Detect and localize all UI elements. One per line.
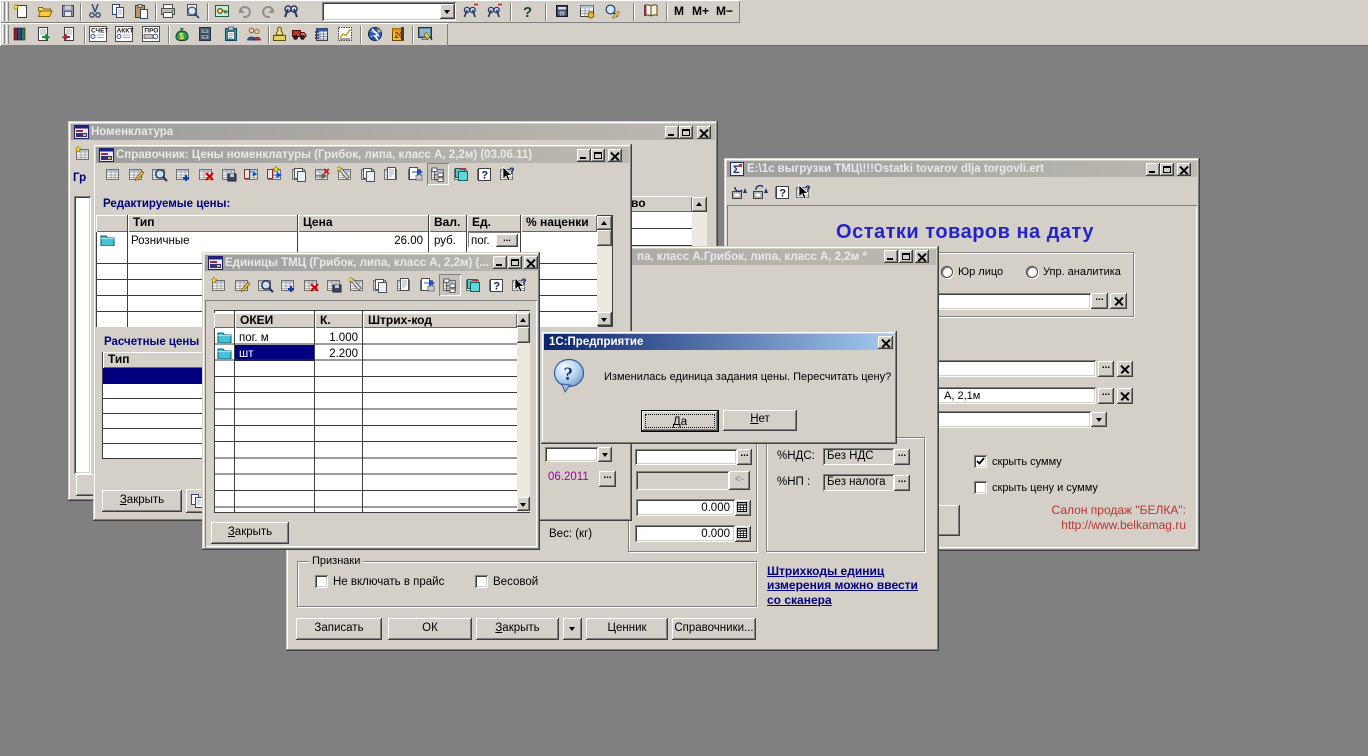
svg-text:?: ? bbox=[481, 170, 488, 182]
svg-text:?: ? bbox=[521, 277, 527, 287]
svg-text:ПРО: ПРО bbox=[144, 28, 158, 35]
svg-text:?: ? bbox=[493, 281, 500, 293]
svg-text:?: ? bbox=[564, 364, 574, 385]
svg-text:?: ? bbox=[523, 4, 532, 19]
svg-text:?: ? bbox=[805, 184, 811, 194]
svg-text:АККТ: АККТ bbox=[117, 28, 134, 35]
svg-text:СЧЕТ: СЧЕТ bbox=[91, 28, 108, 35]
svg-text:?: ? bbox=[779, 188, 786, 200]
svg-text:?: ? bbox=[509, 166, 515, 176]
svg-text:$: $ bbox=[179, 32, 184, 41]
svg-text:Σ: Σ bbox=[733, 164, 740, 176]
